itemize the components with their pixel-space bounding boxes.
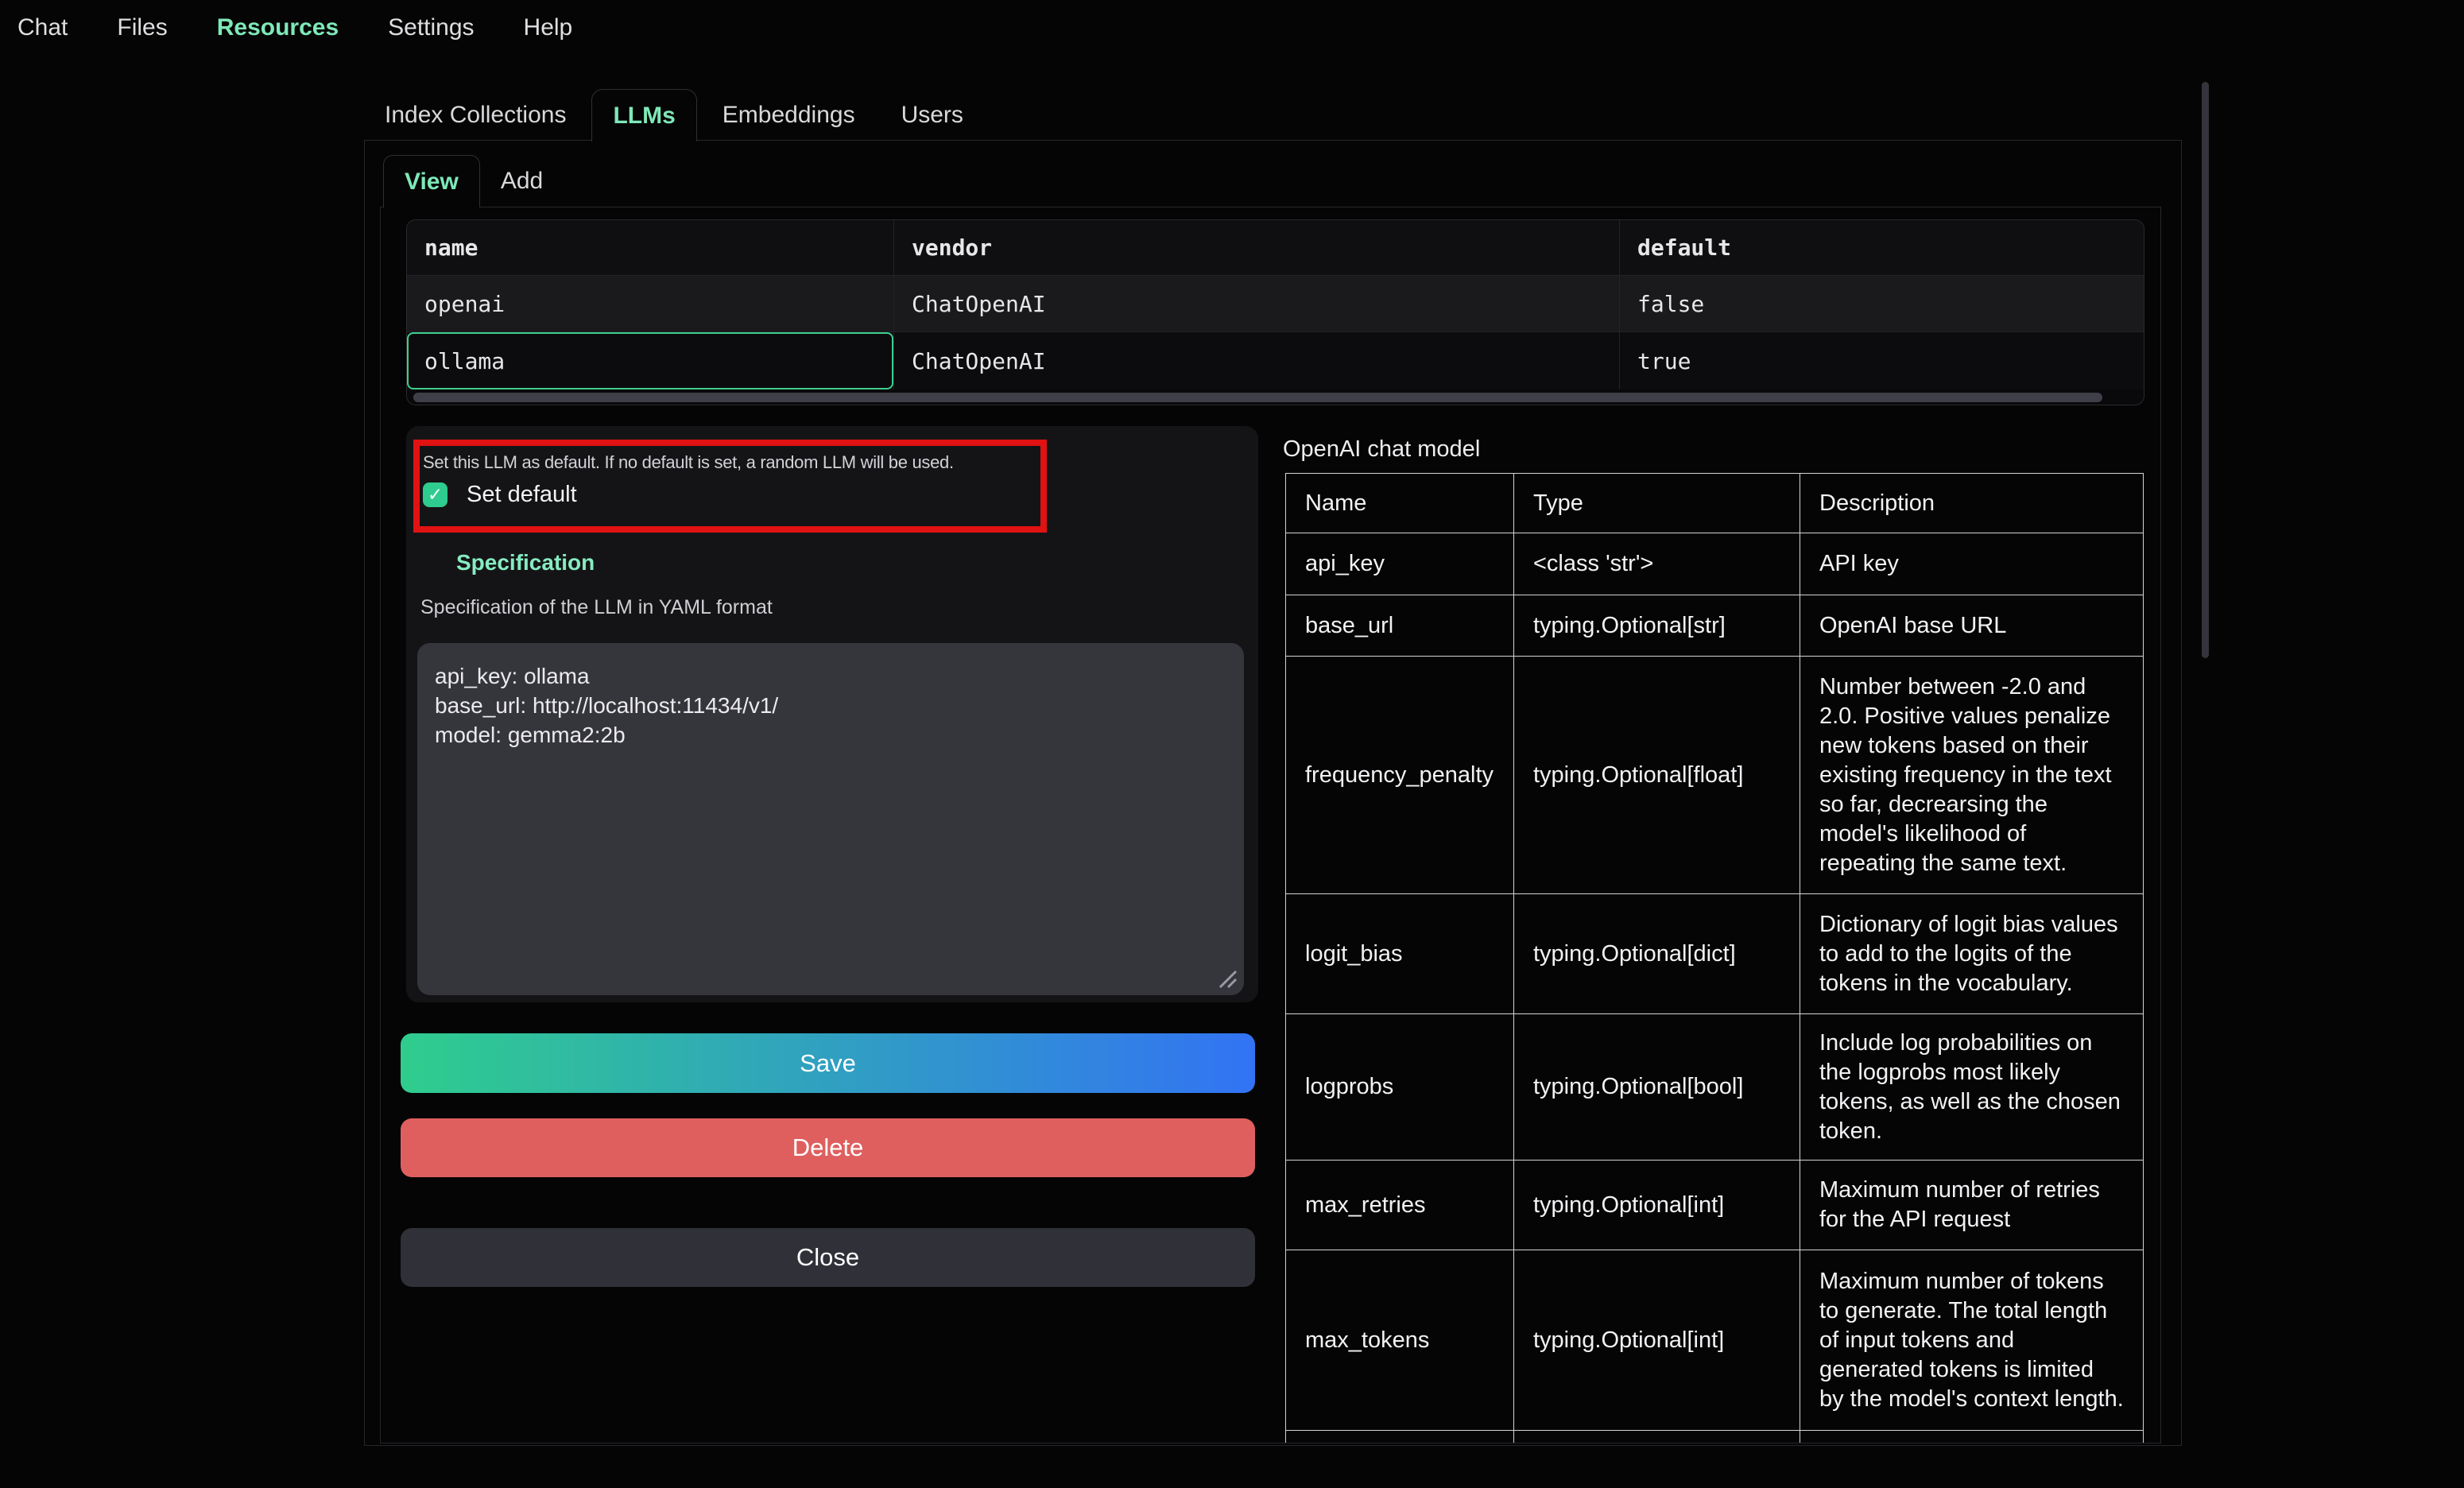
model-info-max-tokens-name: max_tokens — [1286, 1250, 1514, 1431]
llm-detail-panel: Set this LLM as default. If no default i… — [406, 426, 1258, 1002]
specification-heading: Specification — [456, 551, 595, 575]
subtab-view[interactable]: View — [383, 155, 480, 207]
set-default-label: Set default — [467, 482, 577, 508]
llms-view-panel: namevendordefault openaiChatOpenAIfalseo… — [380, 207, 2161, 1443]
model-info-max-retries-type: typing.Optional[int] — [1514, 1161, 1800, 1250]
yaml-spec-textarea[interactable]: api_key: ollama base_url: http://localho… — [417, 643, 1244, 995]
model-info-api-key-description: API key — [1800, 533, 2144, 595]
model-info-base-url-type: typing.Optional[str] — [1514, 595, 1800, 657]
model-info-row-max-retries: max_retriestyping.Optional[int]Maximum n… — [1286, 1161, 2144, 1250]
nav-item-files[interactable]: Files — [117, 13, 167, 43]
model-info-logprobs-type: typing.Optional[bool] — [1514, 1014, 1800, 1161]
model-info-row-frequency-penalty: frequency_penaltytyping.Optional[float]N… — [1286, 657, 2144, 894]
model-info-header-row: NameTypeDescription — [1286, 474, 2144, 533]
nav-item-chat[interactable]: Chat — [17, 13, 68, 43]
llm-cell-openai-default: false — [1620, 276, 2144, 331]
model-info-frequency-penalty-description: Number between -2.0 and 2.0. Positive va… — [1800, 657, 2144, 894]
model-info-row-base-url: base_urltyping.Optional[str]OpenAI base … — [1286, 595, 2144, 657]
llm-table-body: openaiChatOpenAIfalseollamaChatOpenAItru… — [407, 276, 2144, 389]
nav-item-resources[interactable]: Resources — [217, 13, 339, 43]
close-button[interactable]: Close — [401, 1228, 1255, 1287]
vertical-scrollbar-thumb[interactable] — [2202, 82, 2209, 658]
model-info-max-retries-name: max_retries — [1286, 1161, 1514, 1250]
model-info-base-url-description: OpenAI base URL — [1800, 595, 2144, 657]
model-info-max-tokens-description: Maximum number of tokens to generate. Th… — [1800, 1250, 2144, 1431]
subtab-add[interactable]: Add — [480, 155, 564, 207]
model-info-max-retries-description: Maximum number of retries for the API re… — [1800, 1161, 2144, 1250]
llm-cell-openai-name: openai — [407, 276, 894, 331]
annotation-red-box: Set this LLM as default. If no default i… — [413, 440, 1047, 533]
llm-cell-ollama-name: ollama — [407, 332, 894, 389]
model-info-col-name: Name — [1286, 474, 1514, 533]
llm-col-vendor: vendor — [894, 220, 1620, 275]
model-info-max-tokens-type: typing.Optional[int] — [1514, 1250, 1800, 1431]
model-info-logit-bias-description: Dictionary of logit bias values to add t… — [1800, 894, 2144, 1014]
llm-cell-openai-vendor: ChatOpenAI — [894, 276, 1620, 331]
llm-col-name: name — [407, 220, 894, 275]
llm-row-ollama[interactable]: ollamaChatOpenAItrue — [407, 332, 2144, 389]
model-info-partial-cell — [1286, 1431, 1514, 1444]
model-info-logit-bias-name: logit_bias — [1286, 894, 1514, 1014]
model-info-logprobs-description: Include log probabilities on the logprob… — [1800, 1014, 2144, 1161]
model-info-col-type: Type — [1514, 474, 1800, 533]
save-button[interactable]: Save — [401, 1033, 1255, 1093]
top-nav: Chat Files Resources Settings Help — [17, 13, 572, 43]
tab-index-collections[interactable]: Index Collections — [364, 89, 587, 141]
model-info-partial-cell — [1800, 1431, 2144, 1444]
model-info-row-api-key: api_key<class 'str'>API key — [1286, 533, 2144, 595]
model-info-row-logit-bias: logit_biastyping.Optional[dict]Dictionar… — [1286, 894, 2144, 1014]
model-info-row-max-tokens: max_tokenstyping.Optional[int]Maximum nu… — [1286, 1250, 2144, 1431]
resource-tabs: Index CollectionsLLMsEmbeddingsUsers — [364, 89, 984, 141]
model-info-api-key-type: <class 'str'> — [1514, 533, 1800, 595]
delete-button[interactable]: Delete — [401, 1118, 1255, 1177]
set-default-checkbox[interactable]: ✓ — [423, 482, 447, 507]
textarea-resize-handle-icon[interactable] — [1215, 967, 1238, 989]
llm-table-hscrollbar-thumb[interactable] — [413, 393, 2102, 402]
set-default-note: Set this LLM as default. If no default i… — [423, 451, 1037, 475]
set-default-row: ✓ Set default — [423, 482, 1037, 508]
llm-table-hscrollbar-track — [407, 389, 2144, 405]
model-info-frequency-penalty-name: frequency_penalty — [1286, 657, 1514, 894]
tab-llms[interactable]: LLMs — [591, 89, 696, 141]
nav-item-settings[interactable]: Settings — [388, 13, 474, 43]
model-info-partial-cell — [1514, 1431, 1800, 1444]
app-screen: Chat Files Resources Settings Help Index Col… — [0, 0, 2464, 1488]
tab-embeddings[interactable]: Embeddings — [702, 89, 876, 141]
llm-list-table: namevendordefault openaiChatOpenAIfalseo… — [406, 219, 2144, 405]
model-info-logprobs-name: logprobs — [1286, 1014, 1514, 1161]
llm-row-openai[interactable]: openaiChatOpenAIfalse — [407, 276, 2144, 332]
llm-cell-ollama-default: true — [1620, 332, 2144, 389]
model-info-col-description: Description — [1800, 474, 2144, 533]
model-info-table: NameTypeDescription api_key<class 'str'>… — [1285, 473, 2144, 1443]
model-info-frequency-penalty-type: typing.Optional[float] — [1514, 657, 1800, 894]
specification-subtext: Specification of the LLM in YAML format — [420, 596, 773, 618]
model-info-logit-bias-type: typing.Optional[dict] — [1514, 894, 1800, 1014]
llm-cell-ollama-vendor: ChatOpenAI — [894, 332, 1620, 389]
llms-subtabs: ViewAdd — [383, 155, 564, 207]
llm-table-header: namevendordefault — [407, 220, 2144, 276]
nav-item-help[interactable]: Help — [524, 13, 573, 43]
resources-panel: ViewAdd namevendordefault openaiChatOpen… — [364, 140, 2182, 1446]
model-info-title: OpenAI chat model — [1283, 435, 1480, 463]
llm-col-default: default — [1620, 220, 2144, 275]
tab-users[interactable]: Users — [881, 89, 984, 141]
model-info-row-logprobs: logprobstyping.Optional[bool]Include log… — [1286, 1014, 2144, 1161]
selected-row-outline — [407, 332, 893, 389]
model-info-base-url-name: base_url — [1286, 595, 1514, 657]
model-info-row-partial — [1286, 1431, 2144, 1444]
model-info-api-key-name: api_key — [1286, 533, 1514, 595]
